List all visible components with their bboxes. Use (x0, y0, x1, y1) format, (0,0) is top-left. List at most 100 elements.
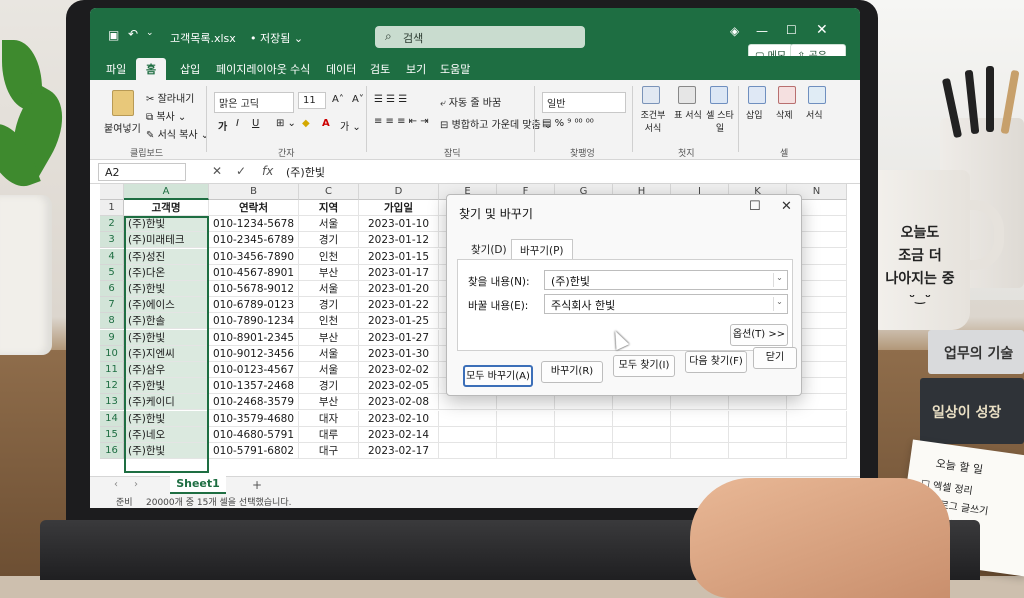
table-cell[interactable]: 2023-01-20 (359, 281, 439, 297)
bold-icon[interactable]: 가 (218, 118, 227, 133)
row-header[interactable]: 9 (100, 329, 124, 346)
empty-cell[interactable] (497, 426, 555, 443)
table-cell[interactable]: (주)다온 (124, 264, 209, 281)
border-icon[interactable]: ⊞ ⌄ (276, 118, 296, 129)
copy-button[interactable]: ⧉ 복사 ⌄ (146, 108, 186, 123)
table-cell[interactable]: 010-5678-9012 (209, 281, 299, 297)
row-header[interactable]: 11 (100, 362, 124, 378)
row-header[interactable]: 10 (100, 345, 124, 362)
sheet-nav-prev-icon[interactable]: ‹ (114, 479, 118, 490)
table-cell[interactable]: 010-2468-3579 (209, 394, 299, 411)
options-button[interactable]: 옵션(T) >> (730, 324, 788, 346)
insert-function-icon[interactable]: fx (262, 164, 273, 178)
font-color-icon[interactable]: A (322, 118, 330, 129)
font-grow-icon[interactable]: A˄ (332, 94, 344, 105)
table-cell[interactable]: 2023-02-05 (359, 378, 439, 395)
tab-view[interactable]: 보기 (406, 61, 426, 77)
format-painter-button[interactable]: ✎ 서식 복사 ⌄ (146, 126, 209, 141)
cut-button[interactable]: ✂ 잘라내기 (146, 90, 194, 105)
row-header[interactable]: 1 (100, 200, 124, 216)
format-cells-button[interactable]: 서식 (806, 108, 823, 121)
table-cell[interactable]: (주)한빛 (124, 216, 209, 233)
table-cell[interactable]: 대구 (299, 443, 359, 459)
formula-input[interactable]: (주)한빛 (286, 164, 325, 180)
sheet-nav-next-icon[interactable]: › (134, 479, 138, 490)
table-cell[interactable]: (주)한빛 (124, 281, 209, 297)
table-cell[interactable]: 부산 (299, 329, 359, 346)
align-left-icon[interactable]: ≡ ≡ ≡ ⇤ ⇥ (374, 116, 429, 127)
maximize-icon[interactable]: ☐ (786, 23, 797, 37)
empty-cell[interactable] (555, 394, 613, 411)
row-header[interactable]: 16 (100, 443, 124, 459)
undo-icon[interactable]: ↶ (128, 27, 138, 41)
column-header[interactable]: C (299, 184, 359, 200)
row-header[interactable]: 7 (100, 297, 124, 314)
table-cell[interactable]: 서울 (299, 362, 359, 378)
table-header-cell[interactable]: 가입일 (359, 200, 439, 216)
table-cell[interactable]: (주)한빛 (124, 443, 209, 459)
empty-cell[interactable] (671, 443, 729, 459)
table-cell[interactable]: 010-7890-1234 (209, 313, 299, 330)
row-header[interactable]: 5 (100, 264, 124, 281)
row-header[interactable]: 4 (100, 248, 124, 265)
minimize-icon[interactable]: — (756, 24, 768, 38)
add-sheet-button[interactable]: + (252, 478, 262, 492)
font-family-select[interactable]: 맑은 고딕 (214, 92, 294, 113)
table-cell[interactable]: 2023-01-22 (359, 297, 439, 314)
table-cell[interactable]: 2023-01-10 (359, 216, 439, 233)
table-cell[interactable]: 010-9012-3456 (209, 345, 299, 362)
tab-insert[interactable]: 삽입 (180, 61, 200, 77)
column-header[interactable]: A (124, 184, 209, 200)
table-cell[interactable]: 인천 (299, 248, 359, 265)
close-button[interactable]: 닫기 (753, 347, 797, 369)
empty-cell[interactable] (439, 394, 497, 411)
table-cell[interactable]: (주)케이디 (124, 394, 209, 411)
empty-cell[interactable] (497, 443, 555, 459)
table-cell[interactable]: 경기 (299, 378, 359, 395)
table-cell[interactable]: 서울 (299, 216, 359, 233)
table-cell[interactable]: (주)미래테크 (124, 232, 209, 249)
empty-cell[interactable] (787, 443, 847, 459)
table-cell[interactable]: 2023-01-25 (359, 313, 439, 330)
table-cell[interactable]: (주)한솔 (124, 313, 209, 330)
empty-cell[interactable] (787, 410, 847, 427)
empty-cell[interactable] (613, 394, 671, 411)
table-header-cell[interactable]: 지역 (299, 200, 359, 216)
table-cell[interactable]: 010-0123-4567 (209, 362, 299, 378)
empty-cell[interactable] (439, 426, 497, 443)
empty-cell[interactable] (613, 443, 671, 459)
empty-cell[interactable] (613, 426, 671, 443)
tab-help[interactable]: 도움말 (440, 61, 470, 77)
table-cell[interactable]: (주)한빛 (124, 378, 209, 395)
phonetic-icon[interactable]: 가 ⌄ (340, 118, 361, 133)
table-cell[interactable]: 010-1357-2468 (209, 378, 299, 395)
replace-dropdown-icon[interactable]: ⌄ (773, 297, 785, 311)
table-cell[interactable]: 2023-02-10 (359, 410, 439, 427)
empty-cell[interactable] (497, 410, 555, 427)
table-cell[interactable]: 010-4680-5791 (209, 426, 299, 443)
replace-input[interactable]: 주식회사 한빛 ⌄ (544, 294, 788, 314)
sheet-tab-sheet1[interactable]: Sheet1 (170, 476, 226, 494)
empty-cell[interactable] (555, 410, 613, 427)
wrap-text-button[interactable]: ⤶ 자동 줄 바꿈 (440, 94, 501, 109)
row-header[interactable]: 8 (100, 313, 124, 330)
row-header[interactable]: 13 (100, 394, 124, 411)
cancel-formula-icon[interactable]: ✕ (212, 164, 222, 178)
empty-cell[interactable] (439, 443, 497, 459)
table-cell[interactable]: 2023-02-02 (359, 362, 439, 378)
table-cell[interactable]: (주)한빛 (124, 329, 209, 346)
table-cell[interactable]: 2023-02-14 (359, 426, 439, 443)
tab-file[interactable]: 파일 (106, 61, 126, 77)
table-cell[interactable]: 2023-01-17 (359, 264, 439, 281)
find-all-button[interactable]: 모두 찾기(I) (613, 355, 675, 377)
table-cell[interactable]: 부산 (299, 394, 359, 411)
qat-more-icon[interactable]: ⌄ (146, 28, 154, 38)
row-header[interactable]: 6 (100, 281, 124, 297)
table-cell[interactable]: 2023-01-30 (359, 345, 439, 362)
tab-formulas[interactable]: 수식 (290, 61, 310, 77)
empty-cell[interactable] (729, 443, 787, 459)
empty-cell[interactable] (555, 443, 613, 459)
table-cell[interactable]: 010-3456-7890 (209, 248, 299, 265)
table-cell[interactable]: (주)에이스 (124, 297, 209, 314)
table-header-cell[interactable]: 고객명 (124, 200, 209, 216)
